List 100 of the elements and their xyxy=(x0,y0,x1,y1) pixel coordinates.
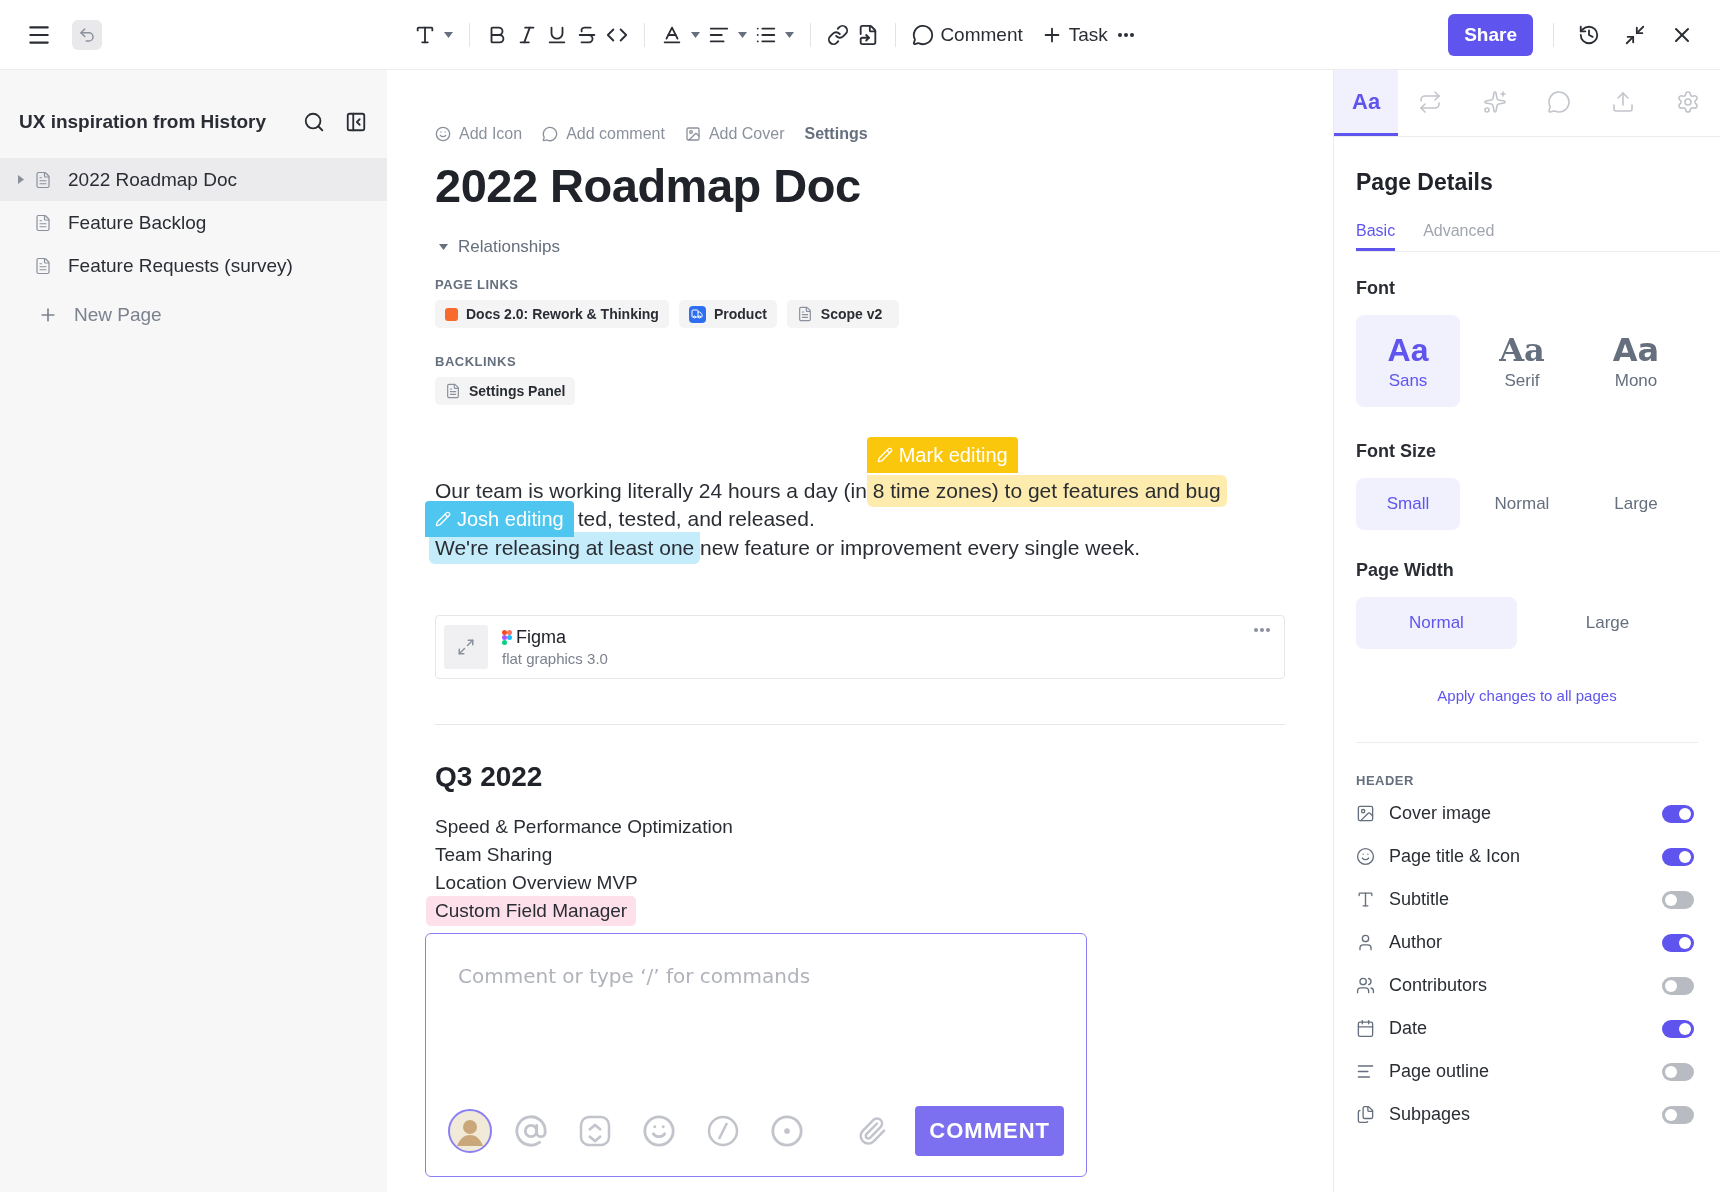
header-option-label: Contributors xyxy=(1389,975,1489,996)
icon-action[interactable]: Add Icon xyxy=(435,125,523,143)
header-option-label: Cover image xyxy=(1389,803,1493,824)
subtitle-icon xyxy=(1356,890,1375,909)
sparkles-icon xyxy=(1482,89,1507,114)
workspace-title: UX inspiration from History xyxy=(19,111,268,133)
font-size-option[interactable]: Normal xyxy=(1470,478,1574,530)
page-width-option[interactable]: Normal xyxy=(1356,597,1517,649)
embed-title: Figma xyxy=(516,627,566,648)
page-link-chip[interactable]: Scope v2 xyxy=(786,300,899,328)
outline-icon xyxy=(1356,1062,1375,1081)
section-label: PAGE LINKS xyxy=(435,277,520,292)
comment-field[interactable]: Comment or type ‘/’ for commands COMMENT xyxy=(425,933,1087,1177)
users-icon xyxy=(1356,976,1375,995)
panel-title: Page Details xyxy=(1356,169,1494,196)
setting-label: Font xyxy=(1356,278,1396,299)
document-icon xyxy=(796,306,813,322)
apply-all-link[interactable]: Apply changes to all pages xyxy=(1356,687,1698,704)
paragraph-text: Our team is working literally 24 hours a day (in xyxy=(435,477,868,504)
editor-cursor-tag: Josh editing xyxy=(425,501,574,537)
settings-action[interactable]: Settings xyxy=(804,125,868,143)
page-link-chip[interactable]: Docs 2.0: Rework & Thinking xyxy=(435,300,669,328)
sidebar-item[interactable]: 2022 Roadmap Doc xyxy=(0,158,387,201)
comment-icon xyxy=(542,126,559,142)
document-icon xyxy=(34,256,52,275)
page-link-chip[interactable]: Product xyxy=(678,300,777,328)
document-icon xyxy=(34,213,52,232)
smile-icon xyxy=(435,126,451,142)
typography-tab[interactable]: Aa xyxy=(1334,70,1399,136)
toggle-switch[interactable] xyxy=(1662,933,1694,952)
header-option-label: Page outline xyxy=(1389,1061,1491,1082)
pencil-icon xyxy=(876,446,893,463)
font-size-option[interactable]: Large xyxy=(1584,478,1688,530)
list-item: Team Sharing xyxy=(434,843,554,867)
share-button[interactable]: Share xyxy=(1448,13,1533,56)
toggle-switch[interactable] xyxy=(1662,976,1694,995)
page-title: 2022 Roadmap Doc xyxy=(68,168,237,191)
user-icon xyxy=(1356,933,1375,952)
font-option[interactable]: Aa Sans xyxy=(1356,315,1460,407)
image-icon xyxy=(1356,804,1375,823)
undo-button[interactable] xyxy=(72,19,102,50)
editor-cursor-tag: Mark editing xyxy=(866,436,1018,473)
header-option-label: Page title & Icon xyxy=(1389,846,1522,867)
cover-action[interactable]: Add Cover xyxy=(684,125,785,143)
caret-icon xyxy=(691,31,701,38)
more-icon[interactable] xyxy=(1117,32,1134,37)
paragraph-text: new feature or improvement every single week. xyxy=(699,534,1141,561)
comment-action[interactable]: Add comment xyxy=(542,125,665,143)
caret-icon xyxy=(439,244,448,250)
comment-submit-button[interactable]: COMMENT xyxy=(915,1106,1064,1156)
toggle-switch[interactable] xyxy=(1662,1019,1694,1038)
sidebar-item[interactable]: Feature Backlog xyxy=(0,201,387,244)
section-label: BACKLINKS xyxy=(435,354,518,369)
link-icon xyxy=(827,23,850,46)
list-item: Location Overview MVP xyxy=(434,871,639,895)
document-icon xyxy=(34,170,52,189)
search-icon xyxy=(303,111,325,133)
setting-label: Font Size xyxy=(1356,441,1437,462)
toggle-switch[interactable] xyxy=(1662,847,1694,866)
font-size-option[interactable]: Small xyxy=(1356,478,1460,530)
undo-icon xyxy=(78,25,96,44)
collapse-sidebar-icon xyxy=(345,111,367,133)
paragraph-text: ted, tested, and released. xyxy=(577,506,815,532)
image-icon xyxy=(684,126,701,142)
list-item: Custom Field Manager xyxy=(426,896,637,926)
expand-caret-icon[interactable] xyxy=(18,175,24,184)
highlighted-text: 8 time zones) to get features and bug xyxy=(866,474,1227,507)
pencil-icon xyxy=(435,511,451,527)
list-item: Speed & Performance Optimization xyxy=(434,815,734,839)
setting-label: Page Width xyxy=(1356,560,1455,581)
relationships-toggle[interactable]: Relationships xyxy=(435,231,561,263)
sidebar-item[interactable]: Feature Requests (survey) xyxy=(0,244,387,287)
page-title: Feature Requests (survey) xyxy=(68,254,293,277)
pages-icon xyxy=(1356,1105,1375,1124)
header-option-label: Subtitle xyxy=(1389,889,1451,910)
page-width-option[interactable]: Large xyxy=(1527,597,1688,649)
header-option-label: Author xyxy=(1389,932,1444,953)
font-option[interactable]: Aa Mono xyxy=(1584,315,1688,407)
caret-icon xyxy=(444,31,454,38)
backlink-chip[interactable]: Settings Panel xyxy=(435,377,576,405)
toggle-switch[interactable] xyxy=(1662,1062,1694,1081)
comment-icon xyxy=(912,23,935,46)
header-option-label: Subpages xyxy=(1389,1104,1472,1125)
toggle-switch[interactable] xyxy=(1662,1105,1694,1124)
settings-icon xyxy=(1675,89,1700,114)
font-option[interactable]: Aa Serif xyxy=(1470,315,1574,407)
caret-icon xyxy=(738,31,748,38)
expand-icon xyxy=(457,638,475,656)
section-label: HEADER xyxy=(1356,773,1415,788)
new-page-button[interactable]: New Page xyxy=(0,291,387,339)
comment-button[interactable]: Comment xyxy=(908,19,1027,50)
calendar-icon xyxy=(1356,1019,1375,1038)
toggle-switch[interactable] xyxy=(1662,890,1694,909)
panel-subtab[interactable]: Basic xyxy=(1356,222,1396,251)
upload-icon xyxy=(1611,89,1636,114)
document-icon xyxy=(445,383,461,399)
task-button[interactable]: Task xyxy=(1036,19,1112,50)
history-icon xyxy=(1578,23,1600,46)
smile-icon xyxy=(1356,847,1375,866)
toggle-switch[interactable] xyxy=(1662,804,1694,823)
